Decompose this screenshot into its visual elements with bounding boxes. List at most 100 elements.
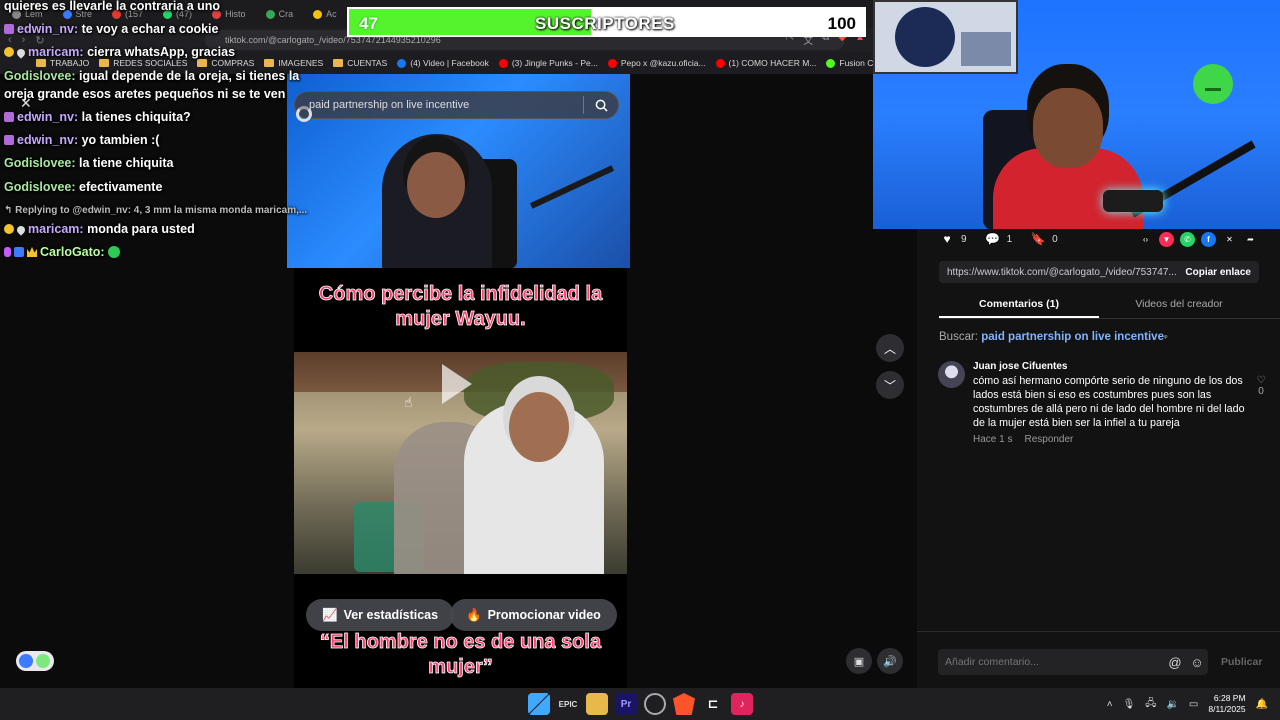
comment-input-box[interactable]: @ ☺ [938, 649, 1208, 675]
chat-text: quieres es llevarle la contraria a uno [4, 0, 221, 13]
folder-icon [99, 59, 110, 67]
close-icon[interactable]: ✕ [20, 95, 32, 112]
video-caption-bottom: “El hombre no es de una sola mujer” [319, 631, 602, 679]
tab-favicon-icon [313, 9, 323, 19]
network-icon[interactable]: 🖧 [1145, 696, 1156, 713]
bookmark-link[interactable]: (1) COMO HACER M... [715, 58, 816, 68]
gift-badge-icon [4, 24, 14, 34]
brave-taskbar-icon[interactable] [673, 693, 695, 715]
file-explorer-icon[interactable] [586, 693, 608, 715]
bookmark-folder[interactable]: IMAGENES [264, 58, 323, 68]
chat-username[interactable]: Godislovee: [4, 69, 76, 83]
bookmark-icon[interactable]: 🔖 [1030, 231, 1046, 247]
forward-share-icon[interactable]: ➦ [1243, 232, 1258, 247]
comment-author[interactable]: Juan jose Cifuentes [973, 361, 1067, 372]
chat-text: la tiene chiquita [79, 156, 174, 170]
chat-username[interactable]: maricam: [28, 45, 84, 59]
tab-favicon-icon [265, 9, 275, 19]
chat-username[interactable]: edwin_nv: [17, 133, 78, 147]
browser-tab[interactable]: Ac [305, 4, 345, 24]
comment-like[interactable]: ♡ 0 [1254, 375, 1268, 397]
engagement-row: ♥ 9 💬 1 🔖 0 [939, 231, 1070, 247]
comment-like-count: 0 [1258, 386, 1264, 397]
tiktok-search-bar[interactable] [294, 91, 619, 119]
chat-message: maricam: monda para usted [4, 223, 195, 236]
search-button[interactable] [584, 91, 618, 119]
tiktok-share-icon[interactable]: ▼ [1159, 232, 1174, 247]
video-player[interactable]: Cómo percibe la infidelidad la mujer Way… [294, 268, 627, 688]
comment-icon[interactable]: 💬 [985, 231, 1001, 247]
panel-tabs: Comentarios (1) Videos del creador [939, 293, 1280, 319]
chat-username[interactable]: Godislovee: [4, 156, 76, 170]
obs-icon[interactable] [644, 693, 666, 715]
premiere-icon[interactable]: Pr [615, 693, 637, 715]
capcut-icon[interactable]: ⊏ [702, 693, 724, 715]
avatar[interactable] [938, 361, 965, 388]
embed-icon[interactable]: ‹› [1138, 232, 1153, 247]
search-suggestion-query[interactable]: paid partnership on live incentive [981, 331, 1164, 343]
search-suggestion[interactable]: Buscar: paid partnership on live incenti… [939, 331, 1168, 343]
bookmark-folder[interactable]: REDES SOCIALES [99, 58, 187, 68]
chat-username[interactable]: edwin_nv: [17, 110, 78, 124]
stats-button[interactable]: 📈 Ver estadísticas [306, 599, 455, 631]
chat-username[interactable]: edwin_nv: [17, 22, 78, 36]
bookmark-link[interactable]: Pepo x @kazu.oficia... [607, 58, 706, 68]
reply-button[interactable]: Responder [1024, 434, 1073, 445]
chat-message: edwin_nv: te voy a echar a cookie [4, 23, 219, 36]
share-link-box: https://www.tiktok.com/@carlogato_/video… [939, 261, 1259, 283]
volume-tray-icon[interactable]: 🔉 [1166, 699, 1178, 710]
volume-icon: 🔊 [883, 655, 897, 668]
x-icon[interactable]: ✕ [1222, 232, 1237, 247]
chat-username[interactable]: maricam: [28, 222, 84, 236]
chat-username[interactable]: Godislovee: [4, 180, 76, 194]
folder-icon [197, 59, 208, 67]
bookmark-link[interactable]: (4) Video | Facebook [397, 58, 489, 68]
bookmark-link[interactable]: (3) Jingle Punks - Pe... [498, 58, 598, 68]
search-input[interactable] [295, 99, 583, 111]
wall-poster [873, 0, 1018, 74]
tab-comments[interactable]: Comentarios (1) [939, 293, 1099, 318]
heart-outline-icon[interactable]: ♡ [1254, 375, 1268, 386]
drop-badge-icon [15, 47, 27, 59]
previous-video-button[interactable]: ︿ [876, 334, 904, 362]
mic-icon[interactable]: 🎙 [1123, 699, 1136, 710]
cursor-icon: ☝ [404, 394, 413, 410]
chat-text: monda para usted [87, 222, 195, 236]
chat-text: la tienes chiquita? [81, 110, 191, 124]
video-caption-top: Cómo percibe la infidelidad la mujer Way… [318, 283, 603, 331]
play-icon[interactable] [442, 364, 472, 404]
volume-button[interactable]: 🔊 [877, 648, 903, 674]
promote-button[interactable]: 🔥 Promocionar video [450, 599, 617, 631]
site-favicon-icon [715, 58, 725, 68]
publish-button[interactable]: Publicar [1221, 656, 1262, 668]
bookmark-folder[interactable]: COMPRAS [197, 58, 254, 68]
emoji-icon[interactable]: ☺ [1186, 655, 1208, 670]
microphone [1103, 190, 1163, 212]
facebook-icon[interactable]: f [1201, 232, 1216, 247]
chevron-up-icon[interactable]: ˄ [1107, 699, 1113, 710]
tab-creator-videos[interactable]: Videos del creador [1099, 293, 1259, 318]
comment-input[interactable] [938, 656, 1164, 668]
battery-icon[interactable]: ▭ [1189, 699, 1198, 710]
clock[interactable]: 6:28 PM 8/11/2025 [1208, 693, 1245, 715]
next-video-button[interactable]: ﹀ [876, 371, 904, 399]
chat-username[interactable]: CarloGato: [40, 245, 105, 259]
start-icon[interactable] [528, 693, 550, 715]
heart-icon[interactable]: ♥ [939, 231, 955, 247]
miniplayer-button[interactable]: ▣ [846, 648, 872, 674]
tiktok-taskbar-icon[interactable]: ♪ [731, 693, 753, 715]
extension-badge[interactable] [16, 651, 54, 671]
chat-text: cierra whatsApp, gracias [87, 45, 236, 59]
browser-tab[interactable]: Cra [258, 4, 302, 24]
bookmark-link[interactable]: Fusion Chat - Kick [826, 58, 873, 68]
chevron-down-icon: ﹀ [883, 378, 896, 393]
mention-icon[interactable]: @ [1164, 655, 1186, 670]
copy-link-button[interactable]: Copiar enlace [1177, 267, 1259, 278]
bookmark-folder[interactable]: TRABAJO [36, 58, 89, 68]
notification-icon[interactable]: 🔔 [1256, 699, 1268, 710]
bookmark-folder[interactable]: CUENTAS [333, 58, 387, 68]
whatsapp-icon[interactable]: ✆ [1180, 232, 1195, 247]
game-controller-icon[interactable]: EPIC [557, 693, 579, 715]
extension-green-icon [36, 654, 50, 668]
streamer-webcam [873, 0, 1280, 229]
